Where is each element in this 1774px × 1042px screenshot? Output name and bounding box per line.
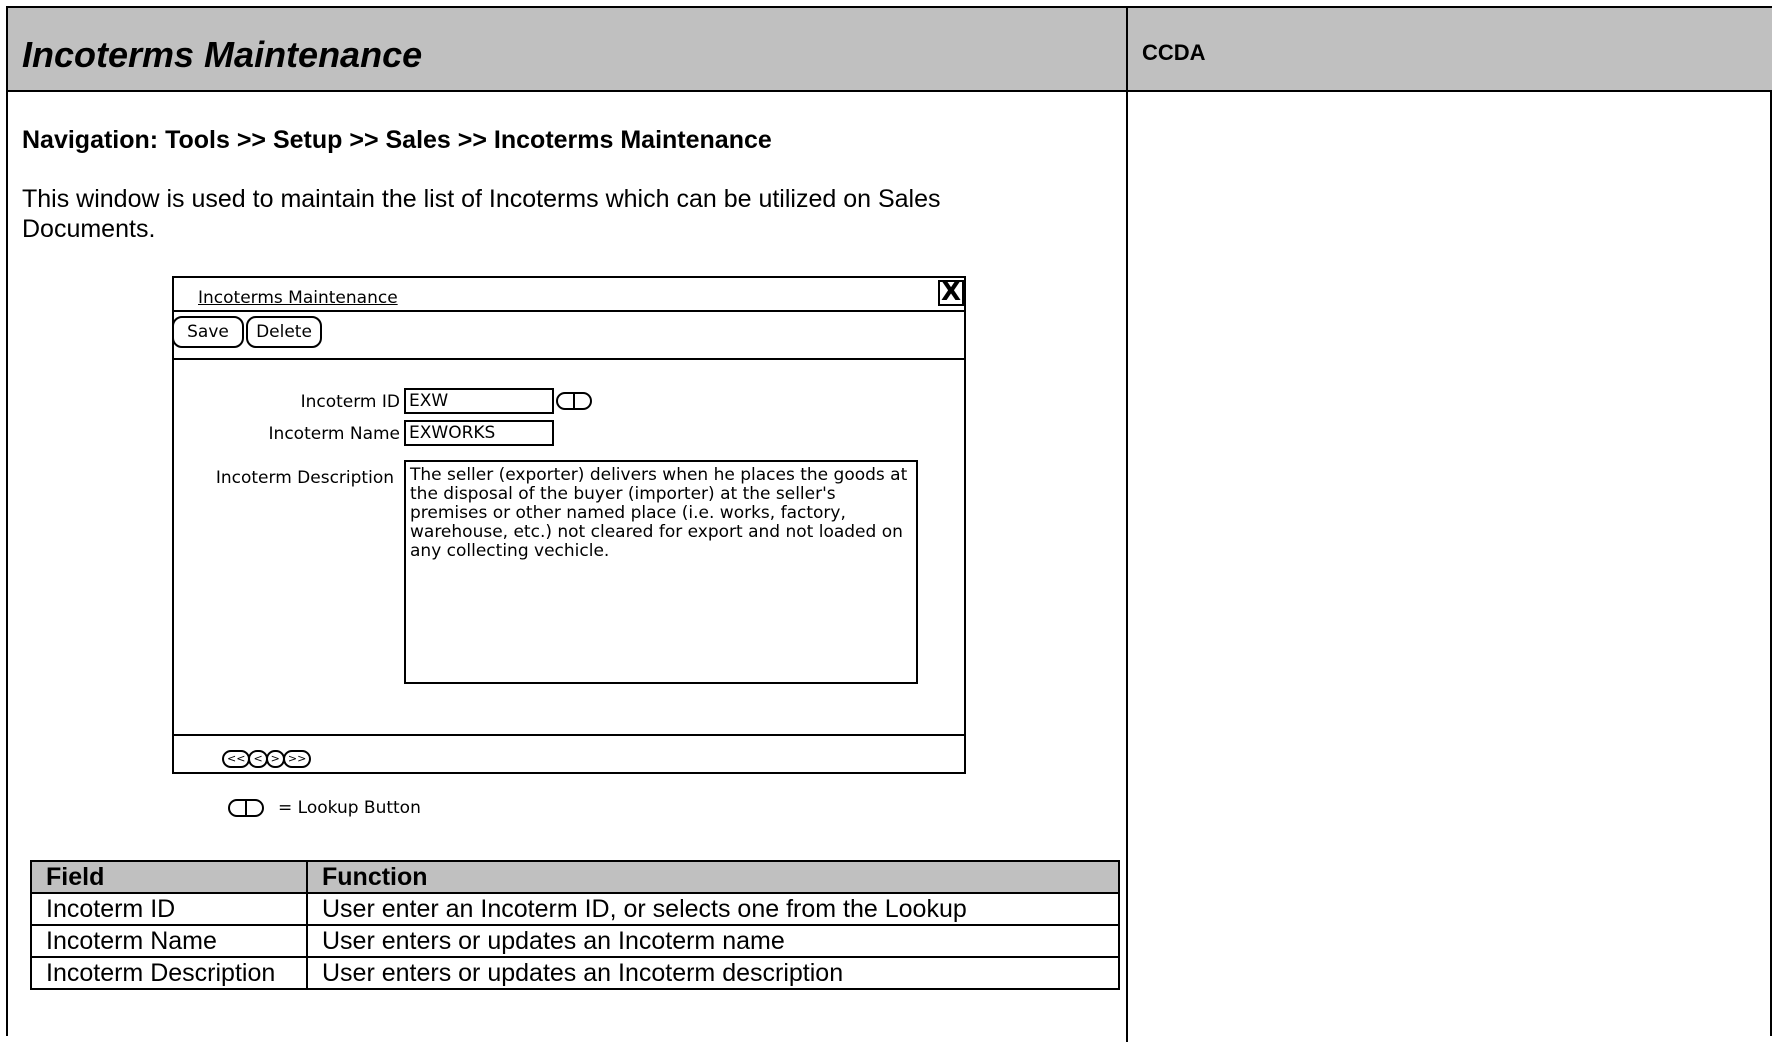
table-header-field: Field <box>30 860 308 894</box>
footer-divider <box>174 734 964 736</box>
table-row: Incoterm ID User enter an Incoterm ID, o… <box>30 892 1120 926</box>
navigation-path: Navigation: Tools >> Setup >> Sales >> I… <box>22 126 772 154</box>
header-title-cell: Incoterms Maintenance <box>8 8 1128 92</box>
table-cell-field: Incoterm Name <box>30 924 308 958</box>
page-title: Incoterms Maintenance <box>22 34 423 75</box>
table-cell-function: User enters or updates an Incoterm name <box>306 924 1120 958</box>
field-function-table: Field Function Incoterm ID User enter an… <box>30 860 1120 990</box>
delete-button[interactable]: Delete <box>246 316 322 348</box>
incoterm-description-field[interactable]: The seller (exporter) delivers when he p… <box>404 460 918 684</box>
incoterm-name-label: Incoterm Name <box>268 424 400 444</box>
record-navigation: << < > >> <box>222 750 312 768</box>
toolbar-divider <box>174 358 964 360</box>
close-icon[interactable]: X <box>938 279 964 306</box>
lookup-legend-text: = Lookup Button <box>278 798 421 818</box>
table-header-row: Field Function <box>30 860 1120 894</box>
table-cell-field: Incoterm ID <box>30 892 308 926</box>
table-row: Incoterm Description User enters or upda… <box>30 956 1120 990</box>
incoterm-id-field[interactable]: EXW <box>404 388 554 414</box>
header-right-label: CCDA <box>1142 40 1206 65</box>
document-page: Incoterms Maintenance CCDA Navigation: T… <box>6 6 1772 1042</box>
last-record-button[interactable]: >> <box>282 750 312 768</box>
table-header-function: Function <box>306 860 1120 894</box>
previous-record-button[interactable]: < <box>248 750 268 768</box>
table-cell-function: User enters or updates an Incoterm descr… <box>306 956 1120 990</box>
incoterm-id-label: Incoterm ID <box>300 392 400 412</box>
table-cell-function: User enter an Incoterm ID, or selects on… <box>306 892 1120 926</box>
incoterm-name-field[interactable]: EXWORKS <box>404 420 554 446</box>
lookup-legend-icon <box>228 799 264 817</box>
incoterm-description-label: Incoterm Description <box>215 468 394 488</box>
table-cell-field: Incoterm Description <box>30 956 308 990</box>
save-button[interactable]: Save <box>172 316 244 348</box>
table-row: Incoterm Name User enters or updates an … <box>30 924 1120 958</box>
lookup-button-icon[interactable] <box>556 392 592 410</box>
next-record-button[interactable]: > <box>265 750 285 768</box>
first-record-button[interactable]: << <box>222 750 251 768</box>
mockup-window-title: Incoterms Maintenance <box>198 288 398 308</box>
column-divider <box>1126 92 1128 1042</box>
mockup-window: Incoterms Maintenance X Save Delete Inco… <box>172 276 966 774</box>
title-divider <box>174 310 964 312</box>
header-right-cell: CCDA <box>1128 8 1772 92</box>
description-text: This window is used to maintain the list… <box>22 185 941 243</box>
lookup-legend: = Lookup Button <box>228 798 421 818</box>
